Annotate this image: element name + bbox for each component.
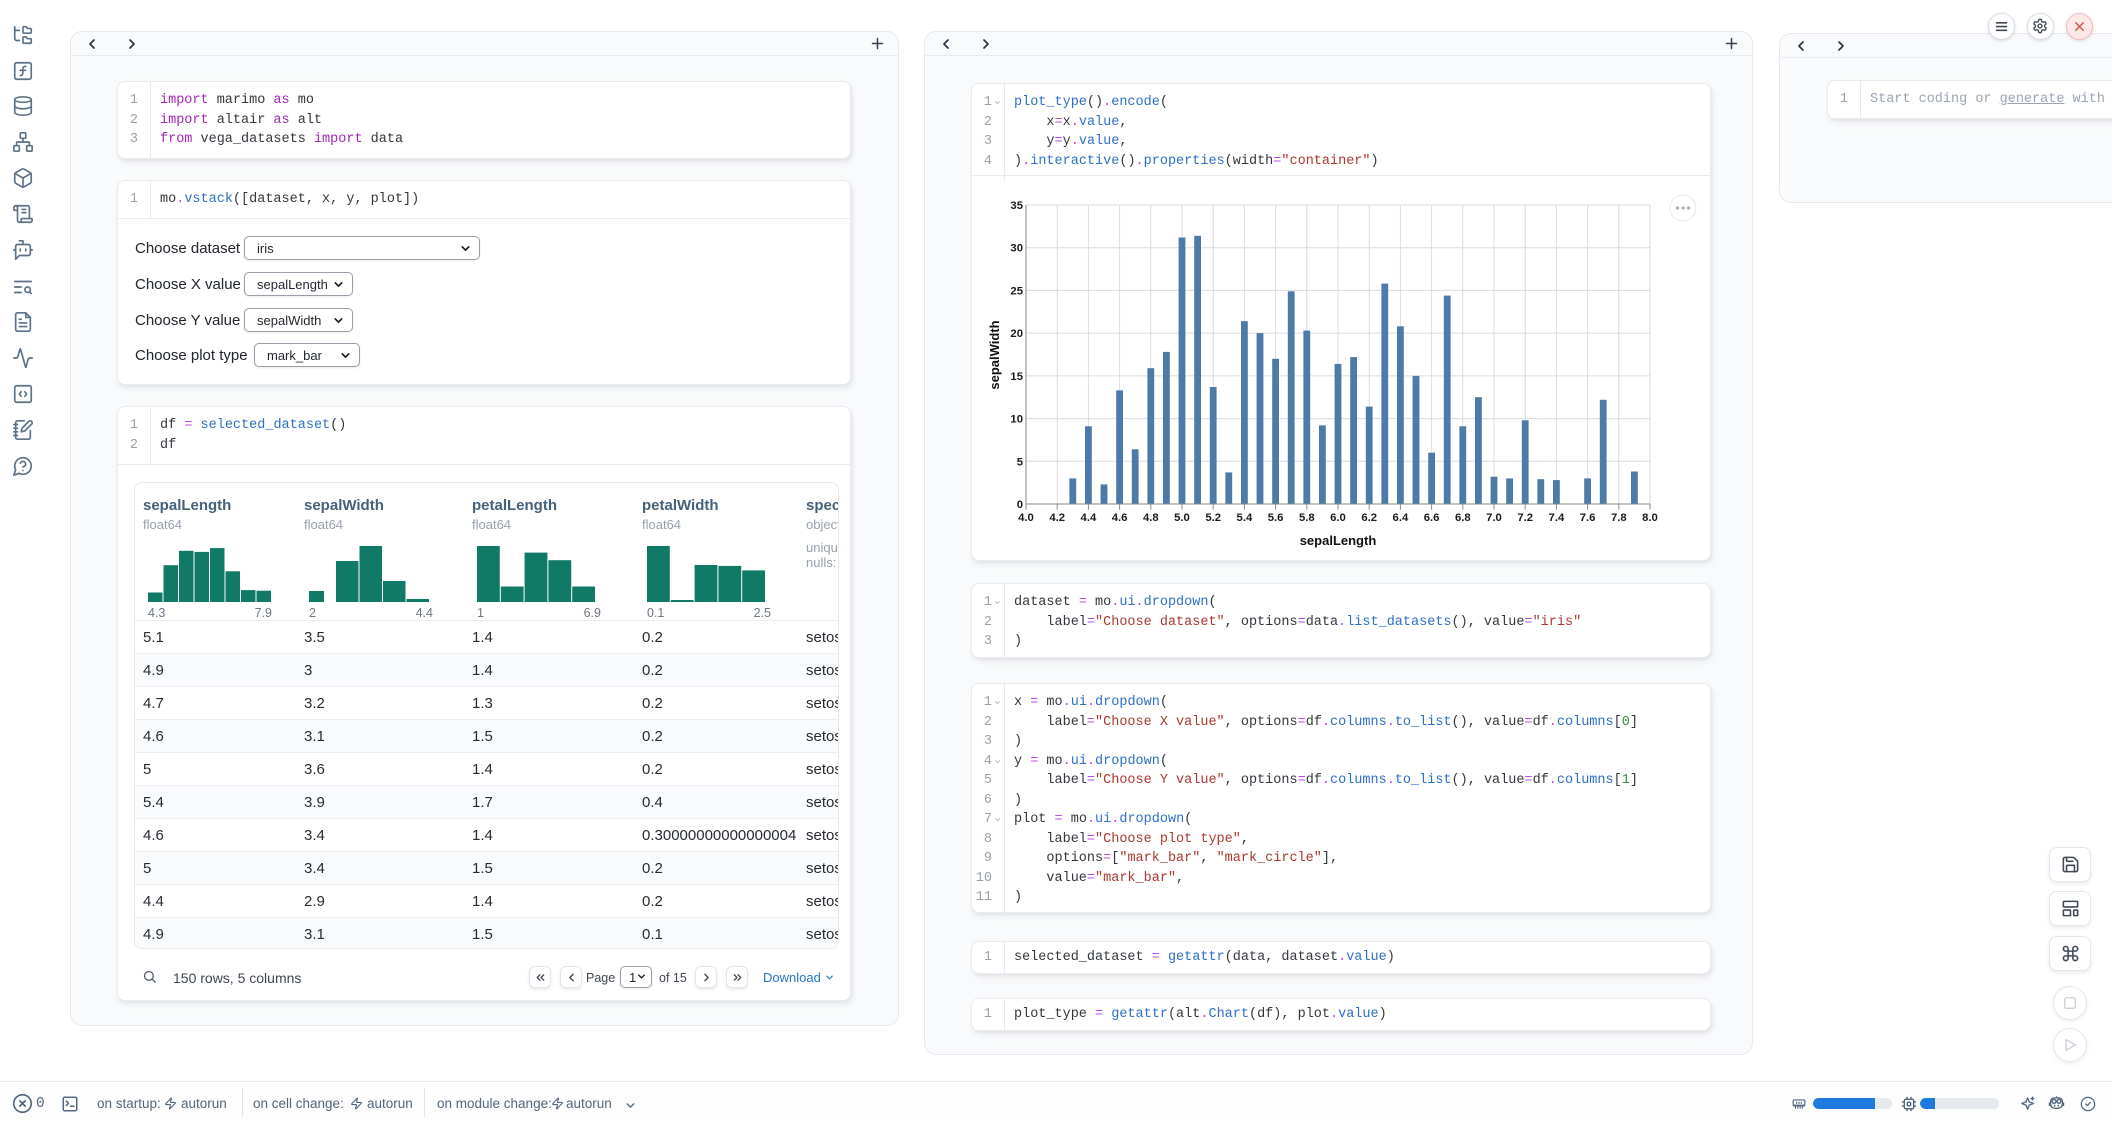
- svg-text:20: 20: [1010, 328, 1023, 340]
- svg-text:6.8: 6.8: [1455, 512, 1471, 524]
- svg-text:6.6: 6.6: [1424, 512, 1440, 524]
- svg-text:6.2: 6.2: [1361, 512, 1377, 524]
- svg-text:6.0: 6.0: [1330, 512, 1346, 524]
- svg-text:15: 15: [1010, 371, 1023, 383]
- svg-text:5: 5: [1017, 456, 1023, 468]
- svg-text:4.4: 4.4: [1081, 512, 1097, 524]
- svg-text:5.2: 5.2: [1205, 512, 1221, 524]
- svg-text:8.0: 8.0: [1642, 512, 1658, 524]
- svg-text:25: 25: [1010, 285, 1023, 297]
- svg-text:7.8: 7.8: [1611, 512, 1627, 524]
- svg-text:30: 30: [1010, 243, 1023, 255]
- svg-text:7.4: 7.4: [1549, 512, 1565, 524]
- svg-text:7.0: 7.0: [1486, 512, 1502, 524]
- svg-text:7.6: 7.6: [1580, 512, 1596, 524]
- svg-text:5.0: 5.0: [1174, 512, 1190, 524]
- svg-text:7.2: 7.2: [1517, 512, 1533, 524]
- svg-text:4.6: 4.6: [1112, 512, 1128, 524]
- svg-text:4.0: 4.0: [1018, 512, 1034, 524]
- svg-text:5.4: 5.4: [1237, 512, 1253, 524]
- svg-text:4.2: 4.2: [1049, 512, 1065, 524]
- svg-text:sepalWidth: sepalWidth: [987, 320, 1002, 389]
- svg-text:5.8: 5.8: [1299, 512, 1315, 524]
- svg-text:10: 10: [1010, 414, 1023, 426]
- svg-text:4.8: 4.8: [1143, 512, 1159, 524]
- svg-text:0: 0: [1017, 499, 1023, 511]
- svg-text:6.4: 6.4: [1393, 512, 1409, 524]
- svg-text:35: 35: [1010, 200, 1023, 212]
- svg-text:5.6: 5.6: [1268, 512, 1284, 524]
- svg-text:sepalLength: sepalLength: [1300, 533, 1377, 548]
